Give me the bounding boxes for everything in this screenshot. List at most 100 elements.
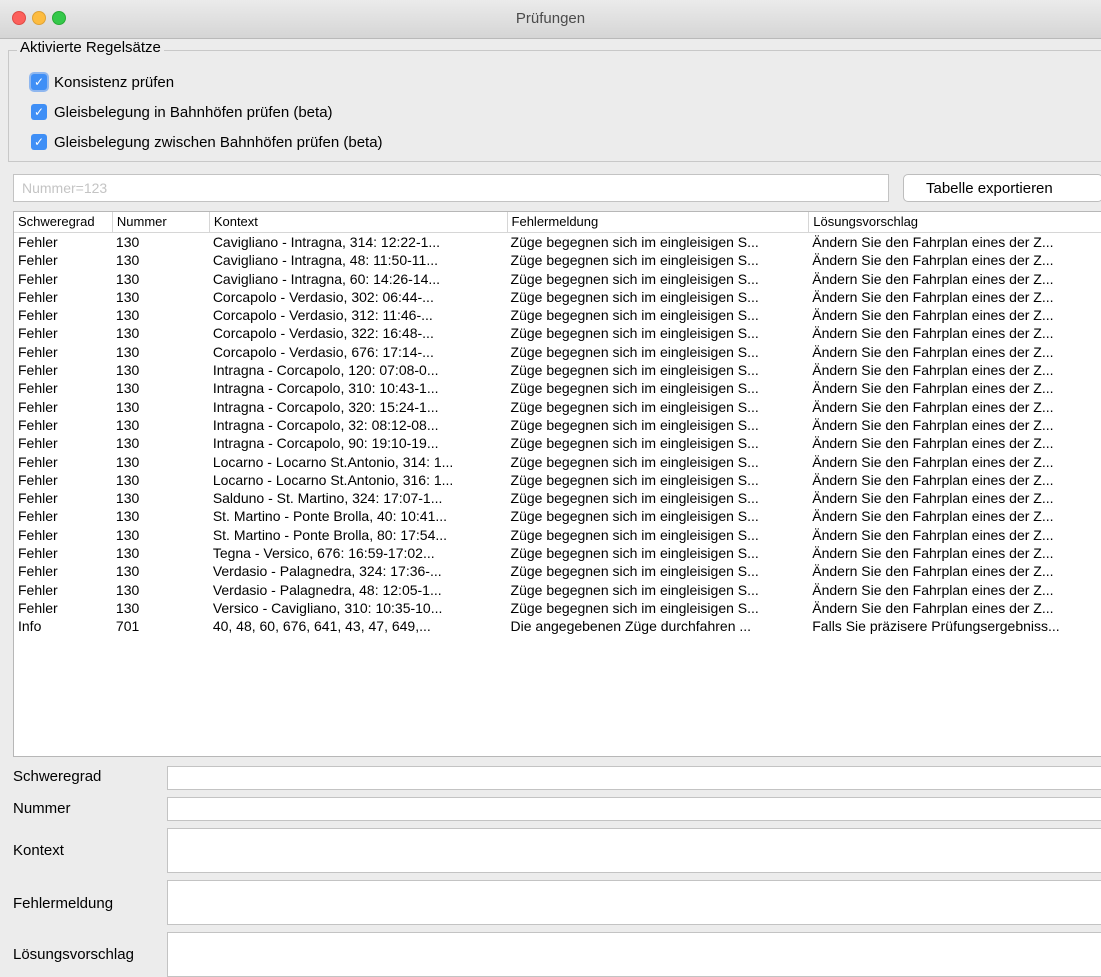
cell-solution: Ändern Sie den Fahrplan eines der Z... (812, 435, 1054, 452)
cell-severity: Fehler (18, 416, 58, 433)
filter-input[interactable] (13, 174, 889, 202)
cell-solution: Ändern Sie den Fahrplan eines der Z... (812, 599, 1054, 616)
cell-context: Verdasio - Palagnedra, 48: 12:05-1... (212, 581, 442, 598)
table-row[interactable]: Fehler 130 Cavigliano - Intragna, 48: 11:5… (14, 251, 1101, 269)
cell-message: Züge begegnen sich im eingleisigen S... (510, 453, 759, 470)
cell-message: Züge begegnen sich im eingleisigen S... (510, 234, 759, 250)
cell-message: Züge begegnen sich im eingleisigen S... (510, 325, 759, 342)
checkbox-checked-icon[interactable]: ✓ (31, 104, 47, 120)
context-field[interactable] (167, 828, 1101, 873)
checkbox-checked-icon[interactable]: ✓ (31, 74, 47, 90)
number-field[interactable] (167, 797, 1101, 821)
table-row[interactable]: Fehler 130 Corcapolo - Verdasio, 676: 17:1… (14, 343, 1101, 361)
column-header-number[interactable]: Nummer (111, 212, 209, 232)
table-row[interactable]: Fehler 130 Corcapolo - Verdasio, 302: 06:4… (14, 288, 1101, 306)
cell-context: Versico - Cavigliano, 310: 10:35-10... (212, 599, 443, 616)
table-row[interactable]: Fehler 130 Verdasio - Palagnedra, 48: 12:0… (14, 581, 1101, 599)
ruleset-label: Gleisbelegung zwischen Bahnhöfen prüfen … (54, 133, 383, 151)
cell-context: Intragna - Corcapolo, 32: 08:12-08... (212, 416, 439, 433)
cell-severity: Fehler (18, 252, 58, 269)
table-row[interactable]: Fehler 130 St. Martino - Ponte Brolla, 80:… (14, 526, 1101, 544)
cell-number: 130 (115, 545, 140, 562)
cell-context: 40, 48, 60, 676, 641, 43, 47, 649,... (212, 618, 431, 635)
message-field[interactable] (167, 880, 1101, 925)
table-row[interactable]: Fehler 130 Corcapolo - Verdasio, 312: 11:4… (14, 306, 1101, 324)
cell-solution: Ändern Sie den Fahrplan eines der Z... (812, 307, 1054, 324)
cell-context: Intragna - Corcapolo, 120: 07:08-0... (212, 362, 439, 379)
table-row[interactable]: Fehler 130 Verdasio - Palagnedra, 324: 17:… (14, 562, 1101, 580)
cell-severity: Fehler (18, 343, 58, 360)
solution-field[interactable] (167, 932, 1101, 977)
table-row[interactable]: Fehler 130 Cavigliano - Intragna, 314: 12:… (14, 233, 1101, 251)
ruleset-station-tracks[interactable]: ✓ Gleisbelegung in Bahnhöfen prüfen (bet… (31, 102, 333, 122)
cell-context: Corcapolo - Verdasio, 312: 11:46-... (212, 307, 433, 324)
cell-context: Locarno - Locarno St.Antonio, 316: 1... (212, 471, 454, 488)
export-table-button[interactable]: Tabelle exportieren (903, 174, 1101, 202)
cell-number: 130 (115, 307, 140, 324)
cell-solution: Ändern Sie den Fahrplan eines der Z... (812, 508, 1054, 525)
cell-severity: Fehler (18, 398, 58, 415)
table-row[interactable]: Fehler 130 Locarno - Locarno St.Antonio, 3… (14, 471, 1101, 489)
cell-message: Züge begegnen sich im eingleisigen S... (510, 599, 759, 616)
cell-number: 130 (115, 453, 140, 470)
cell-solution: Ändern Sie den Fahrplan eines der Z... (812, 581, 1054, 598)
cell-context: Intragna - Corcapolo, 90: 19:10-19... (212, 435, 439, 452)
column-header-solution[interactable]: Lösungsvorschlag (808, 212, 1101, 232)
table-row[interactable]: Fehler 130 Intragna - Corcapolo, 90: 19:10… (14, 434, 1101, 452)
severity-field[interactable] (167, 766, 1101, 790)
cell-message: Züge begegnen sich im eingleisigen S... (510, 307, 759, 324)
results-table[interactable]: Schweregrad Nummer Kontext Fehlermeldung… (13, 211, 1101, 757)
cell-number: 130 (115, 325, 140, 342)
cell-solution: Ändern Sie den Fahrplan eines der Z... (812, 398, 1054, 415)
table-row[interactable]: Fehler 130 Intragna - Corcapolo, 120: 07:0… (14, 361, 1101, 379)
cell-severity: Fehler (18, 270, 58, 287)
ruleset-between-stations[interactable]: ✓ Gleisbelegung zwischen Bahnhöfen prüfe… (31, 132, 383, 152)
cell-context: Cavigliano - Intragna, 48: 11:50-11... (212, 252, 438, 269)
ruleset-consistency[interactable]: ✓ Konsistenz prüfen (31, 72, 174, 92)
table-row[interactable]: Fehler 130 Tegna - Versico, 676: 16:59-17:… (14, 544, 1101, 562)
table-row[interactable]: Info 701 40, 48, 60, 676, 641, 43, 47, 649… (14, 617, 1101, 635)
cell-message: Züge begegnen sich im eingleisigen S... (510, 563, 759, 580)
cell-context: St. Martino - Ponte Brolla, 80: 17:54... (212, 526, 448, 543)
cell-severity: Fehler (18, 545, 58, 562)
table-row[interactable]: Fehler 130 Corcapolo - Verdasio, 322: 16:4… (14, 324, 1101, 342)
cell-message: Züge begegnen sich im eingleisigen S... (510, 526, 759, 543)
table-row[interactable]: Fehler 130 Intragna - Corcapolo, 310: 10:4… (14, 379, 1101, 397)
checkbox-checked-icon[interactable]: ✓ (31, 134, 47, 150)
cell-severity: Fehler (18, 362, 58, 379)
cell-severity: Fehler (18, 526, 58, 543)
cell-solution: Ändern Sie den Fahrplan eines der Z... (812, 453, 1054, 470)
cell-message: Züge begegnen sich im eingleisigen S... (510, 435, 759, 452)
cell-message: Züge begegnen sich im eingleisigen S... (510, 343, 759, 360)
cell-message: Züge begegnen sich im eingleisigen S... (510, 545, 759, 562)
cell-severity: Fehler (18, 490, 58, 507)
cell-message: Züge begegnen sich im eingleisigen S... (510, 362, 759, 379)
table-row[interactable]: Fehler 130 Salduno - St. Martino, 324: 17:… (14, 489, 1101, 507)
table-row[interactable]: Fehler 130 Intragna - Corcapolo, 320: 15:2… (14, 398, 1101, 416)
cell-context: Tegna - Versico, 676: 16:59-17:02... (212, 545, 435, 562)
window-title: Prüfungen (515, 10, 586, 27)
cell-message: Die angegebenen Züge durchfahren ... (510, 618, 752, 635)
cell-severity: Fehler (18, 325, 58, 342)
table-row[interactable]: Fehler 130 Cavigliano - Intragna, 60: 14:2… (14, 270, 1101, 288)
column-header-message[interactable]: Fehlermeldung (506, 212, 809, 232)
cell-severity: Fehler (18, 581, 58, 598)
table-row[interactable]: Fehler 130 Intragna - Corcapolo, 32: 08:12… (14, 416, 1101, 434)
severity-label: Schweregrad (13, 768, 102, 785)
table-row[interactable]: Fehler 130 Versico - Cavigliano, 310: 10:3… (14, 599, 1101, 617)
cell-solution: Ändern Sie den Fahrplan eines der Z... (812, 545, 1054, 562)
table-row[interactable]: Fehler 130 Locarno - Locarno St.Antonio, 3… (14, 453, 1101, 471)
cell-message: Züge begegnen sich im eingleisigen S... (510, 490, 759, 507)
cell-context: Cavigliano - Intragna, 314: 12:22-1... (212, 234, 441, 250)
cell-number: 130 (115, 270, 140, 287)
cell-solution: Ändern Sie den Fahrplan eines der Z... (812, 325, 1054, 342)
cell-severity: Fehler (18, 563, 58, 580)
table-row[interactable]: Fehler 130 St. Martino - Ponte Brolla, 40:… (14, 507, 1101, 525)
cell-solution: Ändern Sie den Fahrplan eines der Z... (812, 270, 1054, 287)
cell-solution: Ändern Sie den Fahrplan eines der Z... (812, 380, 1054, 397)
cell-solution: Ändern Sie den Fahrplan eines der Z... (812, 416, 1054, 433)
column-header-severity[interactable]: Schweregrad (14, 212, 112, 232)
cell-message: Züge begegnen sich im eingleisigen S... (510, 380, 759, 397)
column-header-context[interactable]: Kontext (208, 212, 507, 232)
cell-solution: Falls Sie präzisere Prüfungsergebniss... (812, 618, 1060, 635)
